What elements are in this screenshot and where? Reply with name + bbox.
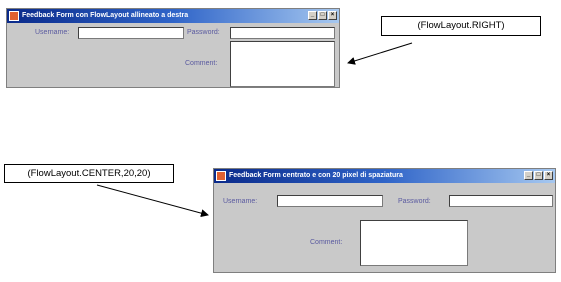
callout-arrows	[96, 42, 413, 218]
arrow-right	[347, 42, 413, 65]
arrow-center	[96, 184, 209, 218]
